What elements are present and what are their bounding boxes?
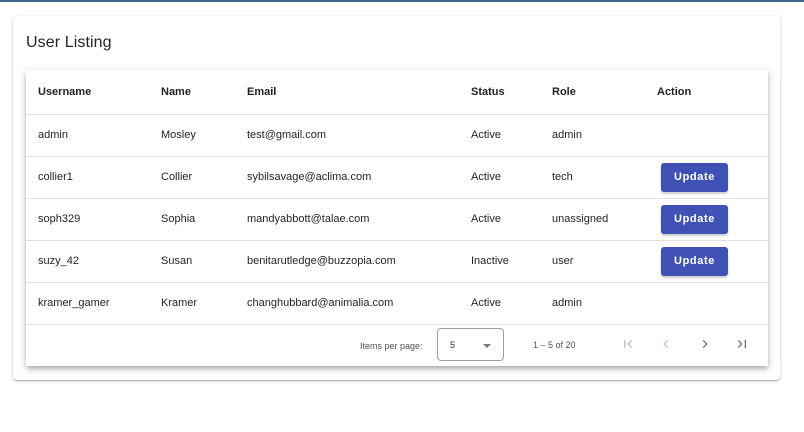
cell-username: collier1 <box>26 156 149 199</box>
cell-name: Collier <box>149 156 235 199</box>
cell-name: Kramer <box>149 282 235 325</box>
cell-status: Active <box>459 114 540 157</box>
cell-action <box>645 282 768 325</box>
cell-role: user <box>540 240 645 283</box>
table-row: suzy_42 Susan benitarutledge@buzzopia.co… <box>26 240 768 283</box>
table-row: collier1 Collier sybilsavage@aclima.com … <box>26 156 768 199</box>
column-header-status[interactable]: Status <box>459 70 540 115</box>
update-button[interactable]: Update <box>661 162 728 192</box>
first-page-button[interactable] <box>616 332 640 356</box>
cell-email: sybilsavage@aclima.com <box>235 156 459 199</box>
top-border <box>0 0 804 2</box>
cell-email: benitarutledge@buzzopia.com <box>235 240 459 283</box>
cell-status: Inactive <box>459 240 540 283</box>
column-header-action: Action <box>645 70 768 115</box>
page-title: User Listing <box>26 34 112 51</box>
users-table: Username Name Email Status Role Action a… <box>26 70 768 325</box>
column-header-email[interactable]: Email <box>235 70 459 115</box>
user-listing-card: User Listing Username Name Email Status … <box>13 16 780 380</box>
cell-action <box>645 114 768 157</box>
items-per-page-label: Items per page: <box>360 341 423 351</box>
range-label: 1 – 5 of 20 <box>533 340 576 350</box>
cell-username: admin <box>26 114 149 157</box>
cell-name: Mosley <box>149 114 235 157</box>
cell-role: admin <box>540 114 645 157</box>
first-page-icon <box>624 340 633 348</box>
users-table-container: Username Name Email Status Role Action a… <box>26 70 768 366</box>
cell-status: Active <box>459 156 540 199</box>
column-header-role[interactable]: Role <box>540 70 645 115</box>
table-row: kramer_gamer Kramer changhubbard@animali… <box>26 282 768 325</box>
column-header-username[interactable]: Username <box>26 70 149 115</box>
cell-status: Active <box>459 282 540 325</box>
dropdown-arrow-icon <box>483 344 491 348</box>
cell-email: changhubbard@animalia.com <box>235 282 459 325</box>
cell-email: mandyabbott@talae.com <box>235 198 459 241</box>
cell-action: Update <box>645 198 768 241</box>
cell-action: Update <box>645 156 768 199</box>
table-row: soph329 Sophia mandyabbott@talae.com Act… <box>26 198 768 241</box>
cell-email: test@gmail.com <box>235 114 459 157</box>
next-page-button[interactable] <box>693 332 717 356</box>
update-button[interactable]: Update <box>661 246 728 276</box>
previous-page-icon <box>663 340 669 348</box>
cell-role: tech <box>540 156 645 199</box>
page-size-value: 5 <box>450 340 456 350</box>
cell-name: Sophia <box>149 198 235 241</box>
table-header-row: Username Name Email Status Role Action <box>26 70 768 115</box>
update-button[interactable]: Update <box>661 204 728 234</box>
cell-username: kramer_gamer <box>26 282 149 325</box>
paginator: Items per page: 5 1 – 5 of 20 <box>26 323 768 365</box>
cell-status: Active <box>459 198 540 241</box>
cell-username: suzy_42 <box>26 240 149 283</box>
last-page-icon <box>737 340 746 348</box>
cell-username: soph329 <box>26 198 149 241</box>
table-row: admin Mosley test@gmail.com Active admin <box>26 114 768 157</box>
previous-page-button[interactable] <box>654 332 678 356</box>
cell-role: admin <box>540 282 645 325</box>
cell-action: Update <box>645 240 768 283</box>
cell-name: Susan <box>149 240 235 283</box>
cell-role: unassigned <box>540 198 645 241</box>
last-page-button[interactable] <box>730 332 754 356</box>
column-header-name[interactable]: Name <box>149 70 235 115</box>
page-size-select[interactable]: 5 <box>437 328 504 361</box>
next-page-icon <box>702 340 708 348</box>
